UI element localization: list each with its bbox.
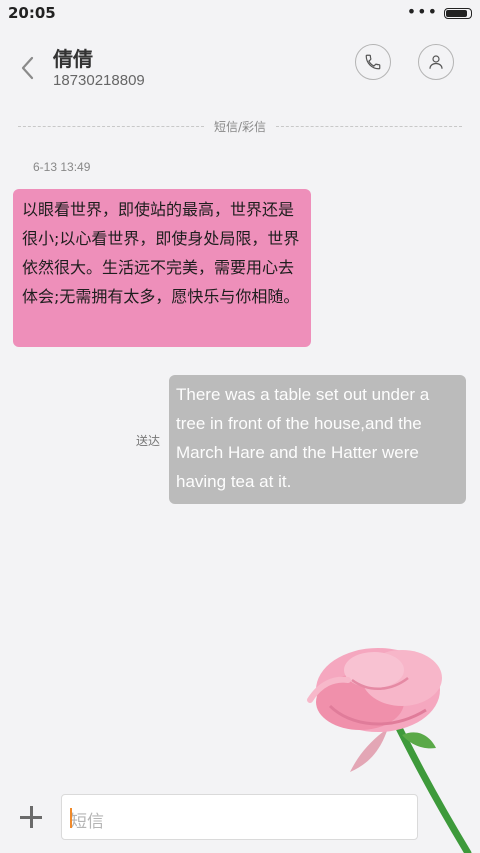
contact-name: 倩倩: [53, 47, 93, 71]
status-bar: 20:05 •••: [0, 0, 480, 28]
battery-level: [446, 10, 467, 17]
call-button[interactable]: [355, 44, 391, 80]
composer-bar: 短信: [0, 780, 480, 853]
divider-label: 短信/彩信: [213, 119, 267, 134]
back-icon: [21, 56, 34, 80]
status-time: 20:05: [8, 4, 56, 22]
back-button[interactable]: [16, 54, 42, 82]
conversation-header: 倩倩 18730218809: [0, 28, 480, 108]
contact-number: 18730218809: [53, 72, 145, 89]
incoming-message-bubble[interactable]: 以眼看世界，即使站的最高，世界还是很小;以心看世界，即使身处局限，世界依然很大。…: [13, 189, 311, 347]
text-cursor: [70, 808, 72, 828]
message-input-placeholder: 短信: [70, 812, 104, 832]
delivery-status: 送达: [136, 434, 161, 448]
plus-icon[interactable]: [20, 806, 42, 828]
outgoing-message-bubble[interactable]: There was a table set out under a tree i…: [169, 375, 466, 504]
signal-dots-icon: •••: [406, 2, 438, 21]
message-type-divider: 短信/彩信: [18, 118, 463, 134]
message-timestamp: 6-13 13:49: [33, 160, 91, 174]
contact-profile-button[interactable]: [418, 44, 454, 80]
battery-icon: [444, 8, 472, 19]
person-icon: [429, 55, 443, 69]
phone-icon: [365, 54, 381, 70]
message-input[interactable]: 短信: [61, 794, 418, 840]
